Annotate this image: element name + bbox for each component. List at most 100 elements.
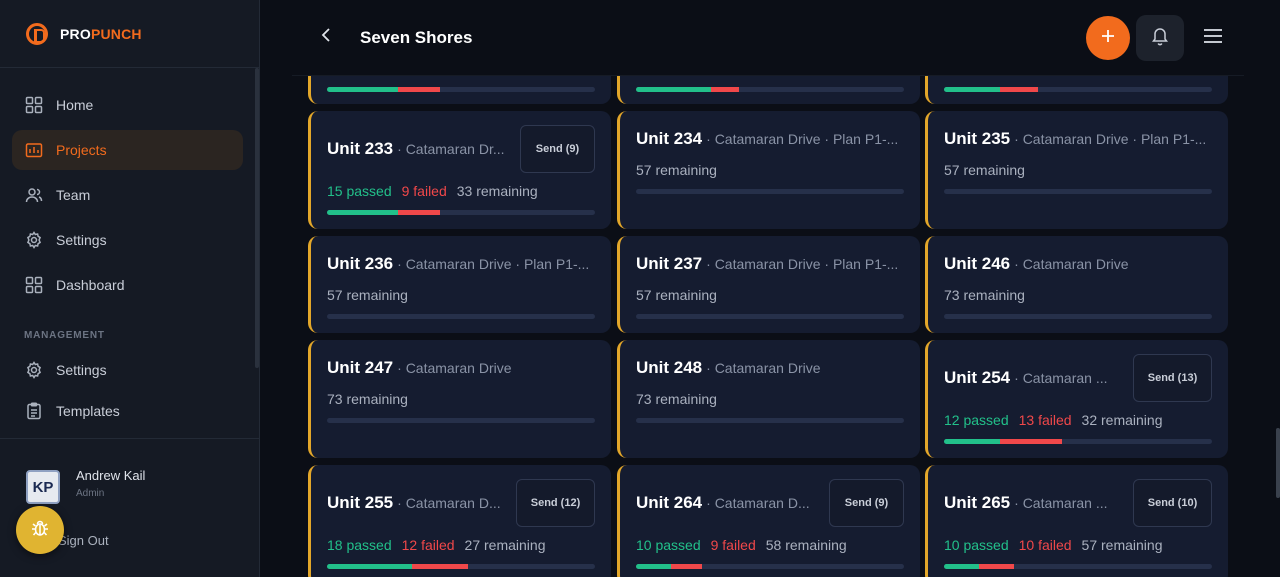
unit-card-254[interactable]: Unit 254 · Catamaran ... Send (13) 12 pa…: [925, 340, 1228, 458]
progress-bar: [636, 564, 904, 569]
progress-bar: [944, 189, 1212, 194]
progress-bar: [944, 314, 1212, 319]
progress-bar: [327, 564, 595, 569]
progress-failed: [411, 564, 469, 569]
page-scrollbar[interactable]: [1276, 428, 1280, 498]
unit-subtitle: · Catamaran Drive · Plan P1-...: [706, 256, 899, 272]
progress-failed: [397, 87, 440, 92]
progress-bar: [636, 314, 904, 319]
propunch-logo-icon: [26, 22, 48, 45]
sidebar-item-management-settings[interactable]: Settings: [12, 350, 243, 390]
card-stats: 12 passed 13 failed 32 remaining: [944, 412, 1162, 428]
unit-card-265[interactable]: Unit 265 · Catamaran ... Send (10) 10 pa…: [925, 465, 1228, 577]
gear-icon: [24, 360, 44, 380]
management-section-label: MANAGEMENT: [24, 330, 105, 341]
progress-bar: [327, 210, 595, 215]
menu-button[interactable]: [1202, 27, 1224, 49]
unit-card-236[interactable]: Unit 236 · Catamaran Drive · Plan P1-...…: [308, 236, 611, 333]
sidebar-item-home[interactable]: Home: [12, 85, 243, 125]
unit-card-246[interactable]: Unit 246 · Catamaran Drive 73 remaining: [925, 236, 1228, 333]
unit-card-237[interactable]: Unit 237 · Catamaran Drive · Plan P1-...…: [617, 236, 920, 333]
sidebar-item-dashboard[interactable]: Dashboard: [12, 265, 243, 305]
unit-card-255[interactable]: Unit 255 · Catamaran D... Send (12) 18 p…: [308, 465, 611, 577]
remaining-count: 33 remaining: [456, 183, 538, 199]
unit-card-247[interactable]: Unit 247 · Catamaran Drive 73 remaining: [308, 340, 611, 458]
failed-count: 9 failed: [710, 537, 756, 553]
card-title: Unit 248 · Catamaran Drive: [636, 358, 912, 378]
progress-bar: [636, 189, 904, 194]
bug-icon: [30, 518, 50, 543]
failed-count: 10 failed: [1018, 537, 1072, 553]
unit-subtitle: · Catamaran Drive: [1014, 256, 1129, 272]
sidebar-divider: [0, 438, 259, 439]
unit-subtitle: · Catamaran D...: [397, 495, 501, 511]
unit-card-235[interactable]: Unit 235 · Catamaran Drive · Plan P1-...…: [925, 111, 1228, 229]
unit-name: Unit 264: [636, 493, 703, 512]
unit-name: Unit 254: [944, 368, 1011, 387]
bug-report-button[interactable]: [16, 506, 64, 554]
brand-pro: PRO: [60, 25, 91, 42]
sidebar-scrollbar[interactable]: [255, 68, 259, 368]
unit-card-234[interactable]: Unit 234 · Catamaran Drive · Plan P1-...…: [617, 111, 920, 229]
sidebar-item-settings[interactable]: Settings: [12, 220, 243, 260]
unit-name: Unit 237: [636, 254, 703, 273]
unit-name: Unit 235: [944, 129, 1011, 148]
card-stats: 15 passed 9 failed 33 remaining: [327, 183, 538, 199]
unit-card[interactable]: [308, 76, 611, 104]
unit-subtitle: · Catamaran ...: [1014, 370, 1108, 386]
unit-card-233[interactable]: Unit 233 · Catamaran Dr... Send (9) 15 p…: [308, 111, 611, 229]
card-stats: 73 remaining: [636, 391, 717, 407]
clipboard-icon: [24, 401, 44, 421]
unit-card-264[interactable]: Unit 264 · Catamaran D... Send (9) 10 pa…: [617, 465, 920, 577]
user-role: Admin: [76, 488, 105, 499]
notifications-button[interactable]: [1136, 15, 1184, 61]
unit-card[interactable]: [617, 76, 920, 104]
add-button[interactable]: [1086, 16, 1130, 60]
card-title: Unit 235 · Catamaran Drive · Plan P1-...: [944, 129, 1220, 149]
sidebar-item-team[interactable]: Team: [12, 175, 243, 215]
progress-failed: [397, 210, 440, 215]
card-title: Unit 255 · Catamaran D...: [327, 493, 512, 513]
sidebar-item-label: Team: [56, 187, 91, 203]
send-button[interactable]: Send (13): [1133, 354, 1212, 402]
progress-failed: [670, 564, 703, 569]
progress-failed: [978, 564, 1014, 569]
progress-passed: [944, 87, 1001, 92]
remaining-count: 57 remaining: [327, 287, 408, 303]
gear-icon: [24, 230, 44, 250]
users-icon: [24, 185, 44, 205]
unit-name: Unit 248: [636, 358, 703, 377]
brand[interactable]: PROPUNCH: [0, 0, 259, 68]
progress-passed: [636, 564, 671, 569]
unit-subtitle: · Catamaran D...: [706, 495, 810, 511]
back-button[interactable]: [314, 26, 338, 50]
unit-subtitle: · Catamaran Drive: [397, 360, 512, 376]
unit-name: Unit 233: [327, 139, 394, 158]
sidebar: PROPUNCH Home Projects Team Settings Das…: [0, 0, 260, 577]
unit-name: Unit 255: [327, 493, 394, 512]
send-button[interactable]: Send (12): [516, 479, 595, 527]
header-actions: [1086, 15, 1224, 61]
passed-count: 10 passed: [636, 537, 701, 553]
progress-bar: [327, 87, 595, 92]
remaining-count: 73 remaining: [327, 391, 408, 407]
unit-name: Unit 236: [327, 254, 394, 273]
send-button[interactable]: Send (9): [829, 479, 904, 527]
sidebar-item-projects[interactable]: Projects: [12, 130, 243, 170]
progress-failed: [1000, 87, 1039, 92]
unit-card-248[interactable]: Unit 248 · Catamaran Drive 73 remaining: [617, 340, 920, 458]
unit-card[interactable]: [925, 76, 1228, 104]
failed-count: 13 failed: [1018, 412, 1072, 428]
user-profile[interactable]: KP Andrew Kail Admin: [26, 466, 145, 504]
unit-subtitle: · Catamaran Drive: [706, 360, 821, 376]
send-button[interactable]: Send (9): [520, 125, 595, 173]
management-nav: Settings Templates: [12, 350, 243, 431]
units-grid: Unit 233 · Catamaran Dr... Send (9) 15 p…: [308, 76, 1228, 577]
progress-passed: [944, 439, 1001, 444]
bell-icon: [1151, 26, 1169, 51]
sidebar-item-templates[interactable]: Templates: [12, 391, 243, 431]
send-button[interactable]: Send (10): [1133, 479, 1212, 527]
sidebar-item-label: Home: [56, 97, 94, 113]
card-title: Unit 247 · Catamaran Drive: [327, 358, 603, 378]
unit-subtitle: · Catamaran Drive · Plan P1-...: [706, 131, 899, 147]
